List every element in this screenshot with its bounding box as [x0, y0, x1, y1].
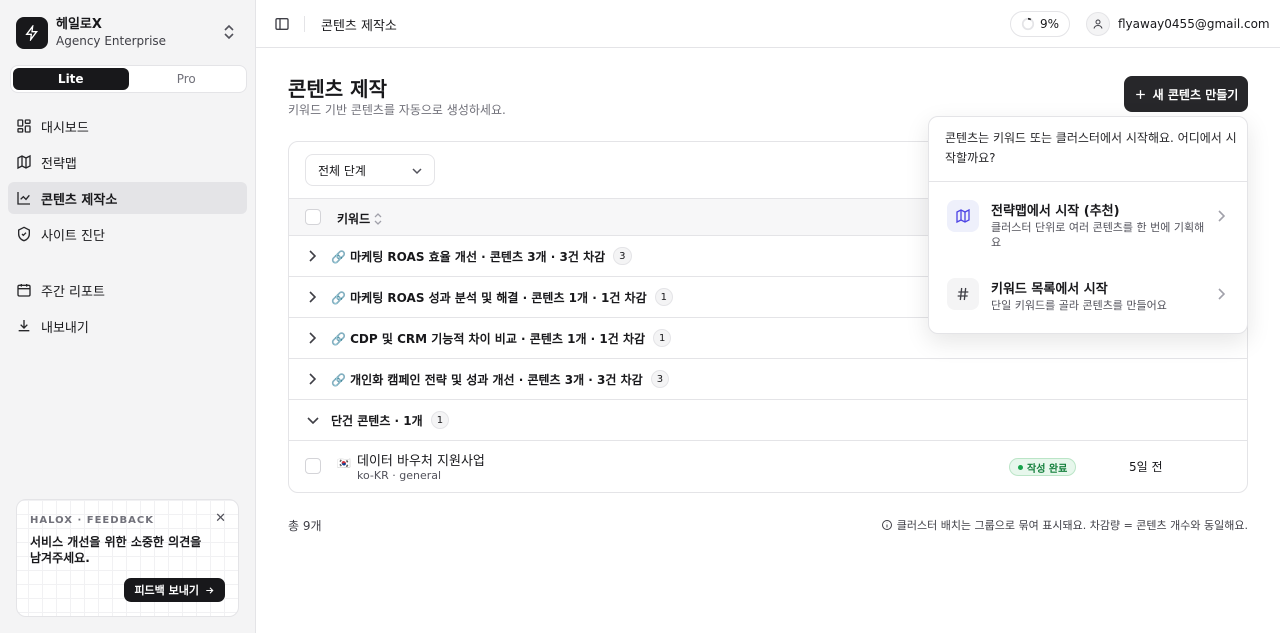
status-badge: 작성 완료 — [1009, 458, 1077, 476]
sidebar-item-dashboard[interactable]: 대시보드 — [8, 110, 247, 142]
row-checkbox[interactable] — [305, 458, 321, 474]
new-content-popover: 콘텐츠는 키워드 또는 클러스터에서 시작해요. 어디에서 시작할까요? 전략맵… — [928, 116, 1248, 334]
cluster-note-text: 클러스터 배치는 그룹으로 묶여 표시돼요. 차감량 = 콘텐츠 개수와 동일해… — [896, 519, 1248, 532]
start-from-strategy-map-option[interactable]: 전략맵에서 시작 (추천) 클러스터 단위로 여러 콘텐츠를 한 번에 기획해요 — [929, 182, 1247, 252]
chevron-right-icon — [309, 250, 316, 262]
option-title: 키워드 목록에서 시작 — [991, 282, 1108, 297]
progress-ring-icon — [1021, 17, 1035, 31]
sidebar: 헤일로X Agency Enterprise Lite Pro 대시보드 전략맵… — [0, 0, 256, 633]
group-count-badge: 3 — [650, 370, 670, 388]
calendar-icon — [17, 284, 31, 297]
user-email: flyaway0455@gmail.com — [1118, 17, 1270, 31]
flag-kr-icon: 🇰🇷 — [337, 457, 351, 470]
start-from-keyword-list-option[interactable]: 키워드 목록에서 시작 단일 키워드를 골라 콘텐츠를 만들어요 — [929, 260, 1247, 330]
breadcrumb-title: 콘텐츠 제작소 — [321, 19, 397, 34]
mode-pro-button[interactable]: Pro — [129, 68, 245, 90]
sidebar-nav: 대시보드 전략맵 콘텐츠 제작소 사이트 진단 — [8, 110, 247, 254]
user-icon — [1086, 12, 1110, 36]
user-menu[interactable]: flyaway0455@gmail.com — [1086, 12, 1270, 36]
org-plan: Agency Enterprise — [56, 34, 167, 48]
item-meta: ko-KR · general — [357, 469, 442, 482]
chevron-right-icon — [309, 291, 316, 303]
map-icon — [947, 200, 979, 232]
chevrons-updown-icon — [222, 24, 236, 44]
table-row[interactable]: 🇰🇷 데이터 바우처 지원사업 ko-KR · general 작성 완료 5일… — [289, 441, 1247, 492]
download-icon — [18, 320, 30, 332]
chevron-right-icon — [1218, 210, 1225, 222]
cluster-note: 클러스터 배치는 그룹으로 묶여 표시돼요. 차감량 = 콘텐츠 개수와 동일해… — [881, 517, 1248, 533]
arrow-right-icon — [206, 586, 214, 594]
group-label: 🔗 마케팅 ROAS 성과 분석 및 해결 · 콘텐츠 1개 · 1건 차감 — [331, 290, 647, 305]
sidebar-item-label: 대시보드 — [41, 120, 89, 136]
page-title: 콘텐츠 제작 — [288, 77, 387, 101]
option-title: 전략맵에서 시작 (추천) — [991, 204, 1120, 219]
group-label: 단건 콘텐츠 · 1개 — [331, 413, 423, 428]
hash-icon — [947, 278, 979, 310]
sidebar-item-label: 콘텐츠 제작소 — [41, 192, 118, 208]
option-description: 단일 키워드를 골라 콘텐츠를 만들어요 — [991, 299, 1167, 312]
item-title: 데이터 바우처 지원사업 — [357, 454, 485, 469]
group-label: 🔗 개인화 캠페인 전략 및 성과 개선 · 콘텐츠 3개 · 3건 차감 — [331, 372, 643, 387]
dashboard-icon — [17, 119, 31, 133]
send-feedback-label: 피드백 보내기 — [134, 584, 199, 597]
usage-progress-label: 9% — [1039, 17, 1060, 31]
sort-icon — [374, 212, 382, 225]
new-content-label: 새 콘텐츠 만들기 — [1152, 87, 1239, 102]
sidebar-item-label: 내보내기 — [41, 320, 89, 336]
group-count-badge: 1 — [654, 288, 673, 306]
group-count-badge: 1 — [653, 329, 672, 347]
sidebar-item-site-audit[interactable]: 사이트 진단 — [8, 218, 247, 250]
sidebar-item-strategy-map[interactable]: 전략맵 — [8, 146, 247, 178]
close-icon[interactable]: ✕ — [215, 511, 226, 526]
org-name: 헤일로X — [56, 17, 102, 32]
mode-toggle: Lite Pro — [10, 65, 247, 93]
org-switcher[interactable]: 헤일로X Agency Enterprise — [16, 16, 240, 50]
mode-lite-button[interactable]: Lite — [13, 68, 129, 90]
chevron-down-icon — [412, 168, 422, 175]
group-count-badge: 1 — [430, 411, 450, 429]
info-icon — [881, 520, 892, 530]
group-label: 🔗 CDP 및 CRM 기능적 차이 비교 · 콘텐츠 1개 · 1건 차감 — [331, 331, 646, 346]
column-keyword[interactable]: 키워드 — [337, 210, 382, 227]
new-content-button[interactable]: 새 콘텐츠 만들기 — [1124, 76, 1248, 112]
shield-icon — [18, 226, 30, 242]
feedback-eyebrow: HALOX · FEEDBACK — [30, 515, 154, 526]
option-description: 클러스터 단위로 여러 콘텐츠를 한 번에 기획해요 — [991, 221, 1205, 249]
plus-icon — [1135, 89, 1145, 99]
single-group-row[interactable]: 단건 콘텐츠 · 1개 1 — [289, 400, 1247, 441]
stage-filter-value: 전체 단계 — [318, 163, 366, 178]
group-count-badge: 3 — [613, 247, 632, 265]
sidebar-nav-secondary: 주간 리포트 내보내기 — [8, 274, 247, 346]
select-all-checkbox[interactable] — [305, 209, 321, 225]
sidebar-item-label: 전략맵 — [41, 156, 77, 172]
chevron-right-icon — [1218, 288, 1225, 300]
page-subtitle: 키워드 기반 콘텐츠를 자동으로 생성하세요. — [288, 103, 506, 117]
chevron-down-icon — [307, 417, 319, 424]
lightning-icon — [16, 17, 48, 49]
map-icon — [17, 154, 31, 170]
usage-progress[interactable]: 9% — [1010, 11, 1070, 37]
popover-intro: 콘텐츠는 키워드 또는 클러스터에서 시작해요. 어디에서 시작할까요? — [945, 131, 1237, 165]
chart-icon — [17, 192, 30, 205]
sidebar-item-weekly-report[interactable]: 주간 리포트 — [8, 274, 247, 306]
send-feedback-button[interactable]: 피드백 보내기 — [124, 578, 225, 602]
sidebar-item-export[interactable]: 내보내기 — [8, 310, 247, 342]
sidebar-item-label: 사이트 진단 — [41, 228, 105, 244]
sidebar-toggle-icon[interactable] — [274, 16, 290, 36]
updated-time: 5일 전 — [1129, 460, 1163, 474]
feedback-card: HALOX · FEEDBACK ✕ 서비스 개선을 위한 소중한 의견을 남겨… — [16, 499, 239, 617]
total-count: 총 9개 — [288, 519, 322, 533]
sidebar-item-content-studio[interactable]: 콘텐츠 제작소 — [8, 182, 247, 214]
top-bar: 콘텐츠 제작소 9% flyaway0455@gmail.com — [256, 0, 1280, 48]
divider — [304, 16, 305, 32]
chevron-right-icon — [309, 373, 316, 385]
stage-filter-select[interactable]: 전체 단계 — [305, 154, 435, 186]
cluster-group-row[interactable]: 🔗 개인화 캠페인 전략 및 성과 개선 · 콘텐츠 3개 · 3건 차감 3 — [289, 359, 1247, 400]
sidebar-item-label: 주간 리포트 — [41, 284, 105, 300]
group-label: 🔗 마케팅 ROAS 효율 개선 · 콘텐츠 3개 · 3건 차감 — [331, 249, 606, 264]
chevron-right-icon — [309, 332, 316, 344]
column-keyword-label: 키워드 — [337, 212, 371, 226]
feedback-text: 서비스 개선을 위한 소중한 의견을 남겨주세요. — [30, 535, 202, 565]
